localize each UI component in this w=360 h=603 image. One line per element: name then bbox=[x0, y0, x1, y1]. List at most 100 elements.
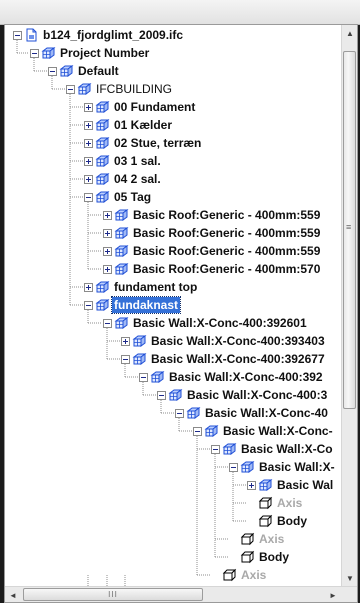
tree-node[interactable]: Basic Roof:Generic - 400mm:559 bbox=[103, 242, 322, 260]
ifc-object-icon bbox=[114, 316, 129, 330]
ifc-object-icon bbox=[150, 370, 165, 384]
tree-node[interactable]: Basic Roof:Generic - 400mm:559 bbox=[103, 224, 322, 242]
tree-node-label: fundament top bbox=[114, 280, 198, 294]
collapse-toggle-icon[interactable] bbox=[84, 300, 93, 310]
tree-node[interactable]: Basic Wall:X-Conc-400:392 bbox=[139, 368, 325, 386]
tree-node[interactable]: Basic Wall:X-Conc- bbox=[193, 422, 335, 440]
tree-node-label: Axis bbox=[259, 532, 285, 546]
tree-node[interactable]: fundament top bbox=[84, 278, 199, 296]
tree-node[interactable]: Basic Wal bbox=[247, 476, 335, 494]
tree-node[interactable]: 03 1 sal. bbox=[84, 152, 163, 170]
expand-toggle-icon[interactable] bbox=[84, 138, 93, 148]
vertical-scrollbar[interactable]: ▲ ≡ ▼ bbox=[341, 25, 357, 586]
tree-node[interactable]: Body bbox=[247, 512, 309, 530]
expand-toggle-icon[interactable] bbox=[247, 480, 256, 490]
tree-node[interactable]: Basic Wall:X-Conc-40 bbox=[175, 404, 330, 422]
collapse-toggle-icon[interactable] bbox=[84, 192, 93, 202]
collapse-toggle-icon[interactable] bbox=[229, 462, 238, 472]
tree-node-label: Basic Wall:X-Conc-400:393403 bbox=[151, 334, 325, 348]
arrow-right-icon: ► bbox=[329, 590, 337, 600]
scroll-right-button[interactable]: ► bbox=[325, 587, 341, 603]
expand-toggle-icon[interactable] bbox=[84, 120, 93, 130]
tree-node-selected[interactable]: fundaknast bbox=[84, 296, 182, 314]
tree-node[interactable]: 01 Kælder bbox=[84, 116, 174, 134]
geometry-icon bbox=[258, 514, 273, 528]
geometry-icon bbox=[258, 496, 273, 510]
collapse-toggle-icon[interactable] bbox=[30, 48, 39, 58]
tree-node[interactable]: Basic Wall:X-Conc-400:3 bbox=[157, 386, 329, 404]
expand-toggle-icon[interactable] bbox=[103, 210, 112, 220]
tree-node-label: Basic Roof:Generic - 400mm:559 bbox=[133, 208, 321, 222]
expand-toggle-icon[interactable] bbox=[103, 228, 112, 238]
tree-node-label: Body bbox=[277, 514, 307, 528]
expand-toggle-icon[interactable] bbox=[84, 174, 93, 184]
collapse-toggle-icon[interactable] bbox=[121, 354, 130, 364]
ifc-object-icon bbox=[95, 172, 110, 186]
tree-node-label: Axis bbox=[241, 568, 267, 582]
ifc-object-icon bbox=[114, 208, 129, 222]
tree-node-label: 04 2 sal. bbox=[114, 172, 161, 186]
collapse-toggle-icon[interactable] bbox=[103, 318, 112, 328]
ifc-object-icon bbox=[59, 64, 74, 78]
ifc-object-icon bbox=[95, 136, 110, 150]
tree-node[interactable]: Basic Wall:X-Conc-400:393403 bbox=[121, 332, 327, 350]
tree-node[interactable]: 02 Stue, terræn bbox=[84, 134, 203, 152]
scroll-left-button[interactable]: ◄ bbox=[5, 587, 21, 603]
scroll-up-button[interactable]: ▲ bbox=[342, 25, 358, 41]
collapse-toggle-icon[interactable] bbox=[157, 390, 166, 400]
expand-toggle-icon[interactable] bbox=[84, 282, 93, 292]
tree-node[interactable]: Basic Wall:X-Conc-400:392677 bbox=[121, 350, 327, 368]
ifc-object-icon bbox=[186, 406, 201, 420]
tree-root-node[interactable]: b124_fjordglimt_2009.ifc bbox=[13, 26, 185, 44]
ifc-object-icon bbox=[95, 100, 110, 114]
tree-node-label: 00 Fundament bbox=[114, 100, 196, 114]
tree-node[interactable]: Body bbox=[229, 548, 291, 566]
tree-node[interactable]: Basic Wall:X-Conc-400:392601 bbox=[103, 314, 309, 332]
tree-node[interactable]: 04 2 sal. bbox=[84, 170, 163, 188]
ifc-object-icon bbox=[114, 226, 129, 240]
collapse-toggle-icon[interactable] bbox=[211, 444, 220, 454]
tree-node[interactable]: 05 Tag bbox=[84, 188, 153, 206]
tree-node-label: 02 Stue, terræn bbox=[114, 136, 202, 150]
horizontal-scroll-thumb[interactable]: III bbox=[23, 588, 203, 601]
scroll-down-button[interactable]: ▼ bbox=[342, 570, 358, 586]
ifc-object-icon bbox=[132, 334, 147, 348]
window-top-strip bbox=[0, 0, 360, 25]
tree-node[interactable]: Axis bbox=[211, 566, 268, 584]
ifc-object-icon bbox=[95, 298, 110, 312]
tree-node[interactable]: IFCBUILDING bbox=[66, 80, 174, 98]
ifc-object-icon bbox=[95, 280, 110, 294]
vertical-scroll-thumb[interactable]: ≡ bbox=[343, 51, 356, 409]
ifc-object-icon bbox=[41, 46, 56, 60]
tree-node-label: Basic Wall:X-Conc-400:392 bbox=[169, 370, 323, 384]
tree-node[interactable]: Project Number bbox=[30, 44, 151, 62]
ifc-tree-view[interactable]: b124_fjordglimt_2009.ifc Project Number De… bbox=[5, 25, 342, 586]
tree-node[interactable]: Basic Wall:X- bbox=[229, 458, 337, 476]
tree-node[interactable]: Basic Wall:X-Co bbox=[211, 440, 335, 458]
ifc-object-icon bbox=[95, 118, 110, 132]
collapse-toggle-icon[interactable] bbox=[66, 84, 75, 94]
tree-node[interactable]: 00 Fundament bbox=[84, 98, 197, 116]
expand-toggle-icon[interactable] bbox=[103, 246, 112, 256]
expand-toggle-icon[interactable] bbox=[84, 156, 93, 166]
collapse-toggle-icon[interactable] bbox=[13, 30, 22, 40]
tree-node[interactable]: Basic Roof:Generic - 400mm:559 bbox=[103, 206, 322, 224]
tree-node[interactable]: Basic Roof:Generic - 400mm:570 bbox=[103, 260, 322, 278]
expand-toggle-icon[interactable] bbox=[121, 336, 130, 346]
collapse-toggle-icon[interactable] bbox=[175, 408, 184, 418]
collapse-toggle-icon[interactable] bbox=[139, 372, 148, 382]
collapse-toggle-icon[interactable] bbox=[48, 66, 57, 76]
expand-toggle-icon[interactable] bbox=[103, 264, 112, 274]
tree-node[interactable]: Default bbox=[48, 62, 121, 80]
expand-toggle-icon[interactable] bbox=[84, 102, 93, 112]
arrow-up-icon: ▲ bbox=[346, 28, 354, 38]
tree-node[interactable]: Axis bbox=[229, 530, 286, 548]
tree-node-label: 05 Tag bbox=[114, 190, 152, 204]
ifc-object-icon bbox=[77, 82, 92, 96]
horizontal-scrollbar[interactable]: ◄ III ► bbox=[5, 586, 357, 602]
collapse-toggle-icon[interactable] bbox=[193, 426, 202, 436]
tree-node[interactable]: Axis bbox=[247, 494, 304, 512]
